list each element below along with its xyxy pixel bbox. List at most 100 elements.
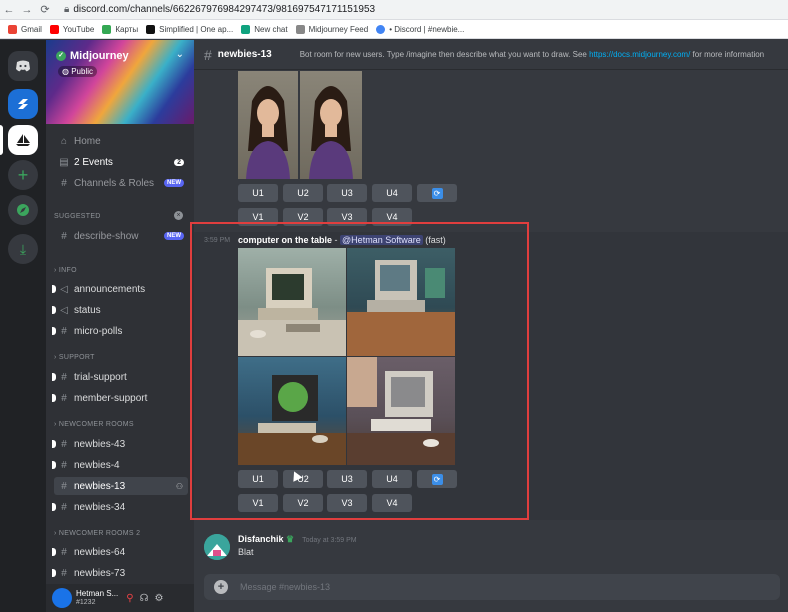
channel-micro-polls[interactable]: # micro-polls: [52, 322, 188, 340]
bookmark-new-chat[interactable]: New chat: [241, 24, 288, 34]
channel-newbies-73[interactable]: # newbies-73: [52, 564, 188, 582]
mute-microphone-icon[interactable]: ⚲: [126, 593, 133, 604]
home-icon: ⌂: [60, 135, 68, 147]
server-rail: + ⤓: [0, 40, 46, 612]
gmail-icon: [8, 24, 17, 34]
explore-servers-icon[interactable]: [8, 195, 38, 225]
section-newcomer-rooms[interactable]: › NEWCOMER ROOMS: [54, 421, 134, 428]
server-banner[interactable]: ✓ Midjourney ◍ Public ⌄: [46, 40, 194, 124]
channel-newbies-4[interactable]: # newbies-4: [52, 456, 188, 474]
chevron-down-icon[interactable]: ⌄: [176, 49, 184, 60]
channel-announcements[interactable]: ◁ announcements: [52, 280, 188, 298]
hash-icon: #: [61, 230, 67, 242]
channel-member-support[interactable]: # member-support: [52, 389, 188, 407]
hash-icon: #: [61, 371, 67, 383]
section-suggested[interactable]: SUGGESTED: [54, 213, 101, 220]
channels-roles-icon: #: [61, 177, 67, 189]
unread-indicator: [52, 503, 56, 511]
upscale-1-button[interactable]: U1: [238, 184, 278, 202]
channel-title: newbies-13: [217, 49, 272, 60]
server-icon-midjourney[interactable]: [8, 125, 38, 155]
lock-icon: 🔒︎: [64, 4, 70, 15]
add-attachment-icon[interactable]: +: [214, 580, 228, 594]
channel-newbies-43[interactable]: # newbies-43: [52, 435, 188, 453]
forward-icon[interactable]: →: [18, 4, 36, 16]
server-icon-hetman[interactable]: [8, 89, 38, 119]
bookmark-simplified[interactable]: Simplified | One ap...: [146, 24, 233, 34]
channel-newbies-13[interactable]: # newbies-13 ⚇: [54, 477, 188, 495]
sailboat-icon: [16, 134, 30, 146]
hetman-logo-icon: [18, 99, 28, 109]
unread-indicator: [52, 394, 56, 402]
youtube-icon: [49, 24, 59, 34]
discord-home-icon[interactable]: [8, 51, 38, 81]
add-server-icon[interactable]: +: [8, 160, 38, 190]
unread-indicator: [52, 569, 56, 577]
discord-logo-icon: [16, 60, 30, 72]
back-icon[interactable]: ←: [0, 4, 18, 16]
bookmark-midjourney[interactable]: Midjourney Feed: [295, 24, 368, 34]
public-badge: ◍ Public: [58, 66, 97, 77]
avatar-image: [204, 534, 230, 560]
sidebar-item-channels-roles[interactable]: # Channels & Roles NEW: [54, 174, 188, 192]
verified-icon: ✓: [56, 51, 66, 61]
section-newcomer-rooms-2[interactable]: › NEWCOMER ROOMS 2: [54, 530, 140, 537]
unread-indicator: [52, 285, 56, 293]
headphones-icon[interactable]: ☊: [140, 593, 149, 604]
section-info[interactable]: › INFO: [54, 267, 77, 274]
browser-toolbar: ← → ⟳ 🔒︎ discord.com/channels/66226797698…: [0, 0, 788, 20]
megaphone-icon: ◁: [60, 283, 68, 295]
channel-trial-support[interactable]: # trial-support: [52, 368, 188, 386]
close-icon[interactable]: ×: [174, 211, 183, 220]
portrait-image: [246, 86, 290, 179]
download-apps-icon[interactable]: ⤓: [8, 234, 38, 264]
channel-status[interactable]: ◁ status: [52, 301, 188, 319]
hash-icon: #: [61, 501, 67, 513]
bookmark-maps[interactable]: Карты: [102, 24, 138, 34]
upscale-4-button[interactable]: U4: [372, 184, 412, 202]
megaphone-icon: ◁: [60, 304, 68, 316]
hash-icon: #: [204, 46, 212, 63]
hash-icon: #: [61, 480, 67, 492]
server-selected-pill: [0, 125, 3, 155]
midjourney-icon: [295, 24, 305, 34]
hash-icon: #: [61, 438, 67, 450]
docs-link[interactable]: https://docs.midjourney.com/: [589, 50, 690, 59]
reroll-button[interactable]: ⟳: [417, 184, 457, 202]
upscale-2-button[interactable]: U2: [283, 184, 323, 202]
maps-icon: [102, 24, 112, 34]
user-panel: Hetman S... #1232 ⚲ ☊ ⚙: [46, 584, 194, 612]
upscale-3-button[interactable]: U3: [327, 184, 367, 202]
bookmark-discord[interactable]: • Discord | #newbie...: [376, 24, 464, 34]
channel-describe-show[interactable]: # describe-show NEW: [54, 227, 188, 245]
section-support[interactable]: › SUPPORT: [54, 354, 95, 361]
unread-indicator: [52, 306, 56, 314]
hash-icon: #: [61, 459, 67, 471]
unread-indicator: [52, 548, 56, 556]
hash-icon: #: [61, 567, 67, 579]
reload-icon[interactable]: ⟳: [36, 3, 54, 16]
sidebar-item-events[interactable]: ▤ 2 Events 2: [54, 153, 188, 171]
generated-image-portrait[interactable]: [238, 71, 298, 179]
sidebar-item-home[interactable]: ⌂ Home: [54, 132, 188, 150]
hash-icon: #: [61, 325, 67, 337]
gear-icon[interactable]: ⚙: [154, 593, 163, 604]
unread-indicator: [52, 373, 56, 381]
add-member-icon[interactable]: ⚇: [176, 482, 183, 491]
bookmark-youtube[interactable]: YouTube: [49, 24, 94, 34]
bookmarks-bar: Gmail YouTube Карты Simplified | One ap.…: [0, 20, 788, 39]
channel-newbies-64[interactable]: # newbies-64: [52, 543, 188, 561]
avatar[interactable]: [52, 588, 72, 608]
highlight-annotation-box: [190, 222, 529, 520]
unread-indicator: [52, 327, 56, 335]
user-name[interactable]: Hetman S... #1232: [76, 589, 118, 607]
avatar[interactable]: [204, 534, 230, 560]
bookmark-gmail[interactable]: Gmail: [8, 24, 42, 34]
message-input[interactable]: Message #newbies-13: [240, 582, 330, 592]
hash-icon: #: [61, 392, 67, 404]
generated-image-portrait[interactable]: [300, 71, 362, 179]
address-bar[interactable]: 🔒︎ discord.com/channels/66226797698429747…: [64, 4, 375, 15]
message-composer[interactable]: + Message #newbies-13: [204, 574, 780, 600]
new-badge: NEW: [164, 232, 184, 240]
channel-newbies-34[interactable]: # newbies-34: [52, 498, 188, 516]
